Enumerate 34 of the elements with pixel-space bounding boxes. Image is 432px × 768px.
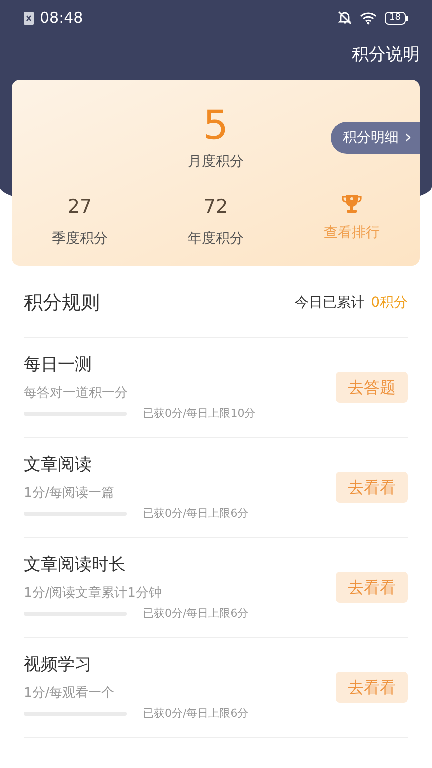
- action-button[interactable]: 去看看: [336, 572, 408, 603]
- progress-text: 已获0分/每日上限10分: [143, 406, 256, 422]
- rule-name: 每日一测: [24, 354, 93, 377]
- rule-description: 每答对一道积一分: [24, 385, 129, 404]
- today-total-value: 0积分: [371, 294, 408, 312]
- battery-icon: 18: [384, 12, 408, 24]
- progress-text: 已获0分/每日上限6分: [143, 606, 249, 622]
- progress-text: 已获0分/每日上限6分: [143, 706, 249, 722]
- stat-value: 72: [204, 194, 228, 220]
- progress-text: 已获0分/每日上限6分: [143, 506, 249, 522]
- bell-muted-icon: [338, 11, 352, 25]
- monthly-points-value: 5: [203, 104, 229, 148]
- action-button[interactable]: 去看看: [336, 672, 408, 703]
- section-title: 积分规则: [24, 290, 100, 316]
- sim-icon: [24, 12, 34, 24]
- rule-name: 文章阅读时长: [24, 554, 127, 577]
- status-time: 08:48: [40, 8, 84, 29]
- stat-label: 年度积分: [188, 230, 244, 249]
- monthly-points-label: 月度积分: [188, 153, 244, 172]
- trophy-icon: [341, 192, 363, 214]
- action-button[interactable]: 去答题: [336, 372, 408, 403]
- rule-description: 1分/阅读文章累计1分钟: [24, 585, 163, 604]
- points-info-link[interactable]: 积分说明: [352, 43, 420, 69]
- stat-label: 季度积分: [52, 230, 108, 249]
- rule-name: 文章阅读: [24, 454, 93, 477]
- rule-description: 1分/每观看一个: [24, 685, 116, 704]
- points-detail-button[interactable]: 积分明细 ›: [330, 122, 420, 154]
- action-button[interactable]: 去看看: [336, 472, 408, 503]
- view-ranking-link[interactable]: 查看排行: [324, 222, 380, 244]
- wifi-icon: [360, 12, 377, 24]
- rule-description: 1分/每阅读一篇: [24, 485, 116, 504]
- today-total-label: 今日已累计: [295, 294, 366, 312]
- rule-name: 视频学习: [24, 654, 93, 677]
- stat-value: 27: [68, 194, 92, 220]
